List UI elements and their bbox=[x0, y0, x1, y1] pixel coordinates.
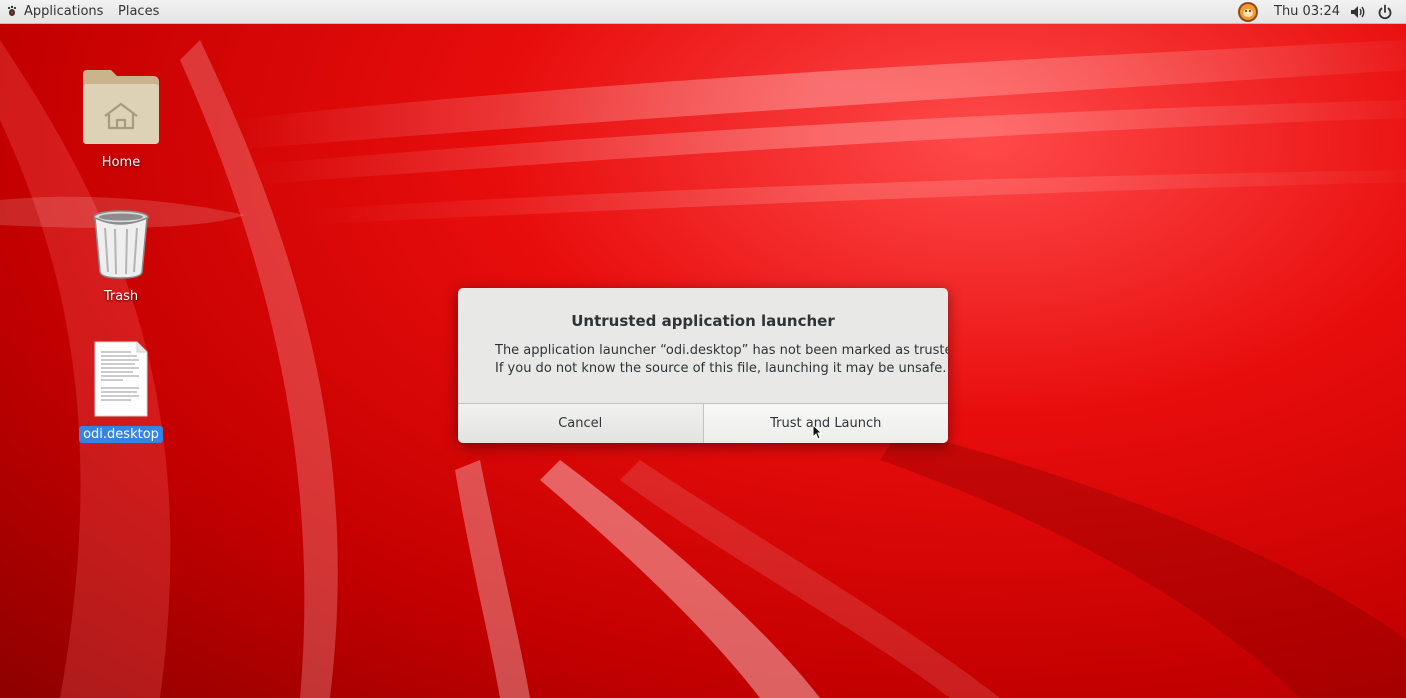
places-label: Places bbox=[118, 4, 160, 19]
dialog-button-row: Cancel Trust and Launch bbox=[458, 403, 948, 443]
trust-and-launch-button[interactable]: Trust and Launch bbox=[703, 404, 948, 443]
desktop-icon-home[interactable]: Home bbox=[71, 66, 171, 171]
dialog-title: Untrusted application launcher bbox=[571, 312, 835, 330]
cancel-button[interactable]: Cancel bbox=[458, 404, 704, 443]
home-folder-icon bbox=[83, 70, 159, 144]
trash-icon bbox=[93, 210, 149, 279]
volume-icon[interactable] bbox=[1350, 4, 1366, 20]
power-icon[interactable] bbox=[1377, 4, 1393, 20]
top-panel: Applications Places Thu 03:24 bbox=[0, 0, 1406, 24]
dialog-message-line: If you do not know the source of this fi… bbox=[495, 361, 947, 376]
clock[interactable]: Thu 03:24 bbox=[1274, 0, 1340, 23]
desktop-background: Applications Places Thu 03:24 Home Trash… bbox=[0, 0, 1406, 698]
mouse-pointer-icon bbox=[812, 424, 822, 440]
foot-icon bbox=[7, 5, 17, 16]
user-avatar-icon[interactable] bbox=[1237, 1, 1259, 23]
applications-label: Applications bbox=[24, 4, 104, 19]
dialog-message-line: The application launcher “odi.desktop” h… bbox=[495, 343, 948, 358]
desktop-icon-label: odi.desktop bbox=[79, 426, 163, 443]
dialog-message: The application launcher “odi.desktop” h… bbox=[495, 342, 948, 378]
applications-menu[interactable]: Applications bbox=[6, 0, 103, 23]
desktop-icon-label: Trash bbox=[103, 289, 139, 304]
desktop-icon-trash[interactable]: Trash bbox=[71, 208, 171, 305]
untrusted-launcher-dialog: Untrusted application launcher The appli… bbox=[458, 288, 948, 443]
places-menu[interactable]: Places bbox=[118, 0, 159, 23]
desktop-icon-odi-desktop[interactable]: odi.desktop bbox=[71, 340, 171, 443]
desktop-icon-label: Home bbox=[101, 155, 141, 170]
text-file-icon bbox=[94, 341, 148, 417]
